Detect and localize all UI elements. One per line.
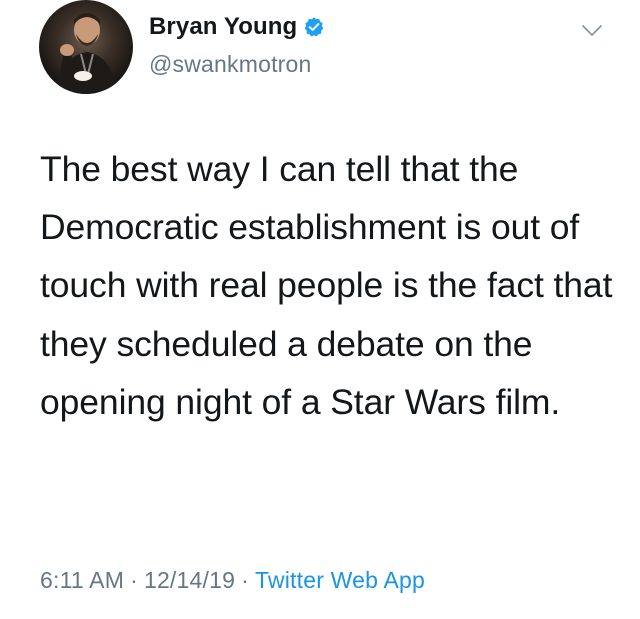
separator-dot: · bbox=[241, 567, 249, 593]
tweet-time[interactable]: 6:11 AM bbox=[40, 567, 124, 593]
author-handle[interactable]: @swankmotron bbox=[149, 51, 325, 78]
chevron-down-icon[interactable] bbox=[581, 24, 603, 38]
tweet-source-link[interactable]: Twitter Web App bbox=[255, 567, 425, 593]
author-display-name[interactable]: Bryan Young bbox=[149, 13, 297, 41]
avatar[interactable] bbox=[39, 0, 133, 94]
tweet-author: Bryan Young @swankmotron bbox=[149, 11, 325, 78]
tweet-text: The best way I can tell that the Democra… bbox=[40, 149, 613, 422]
tweet-metadata: 6:11 AM · 12/14/19 · Twitter Web App bbox=[40, 567, 425, 594]
author-name-row: Bryan Young bbox=[149, 11, 325, 43]
tweet-date[interactable]: 12/14/19 bbox=[144, 567, 235, 593]
verified-badge-icon bbox=[304, 17, 324, 37]
separator-dot: · bbox=[130, 567, 138, 593]
tweet-card: Bryan Young @swankmotron The best way I … bbox=[0, 0, 640, 619]
